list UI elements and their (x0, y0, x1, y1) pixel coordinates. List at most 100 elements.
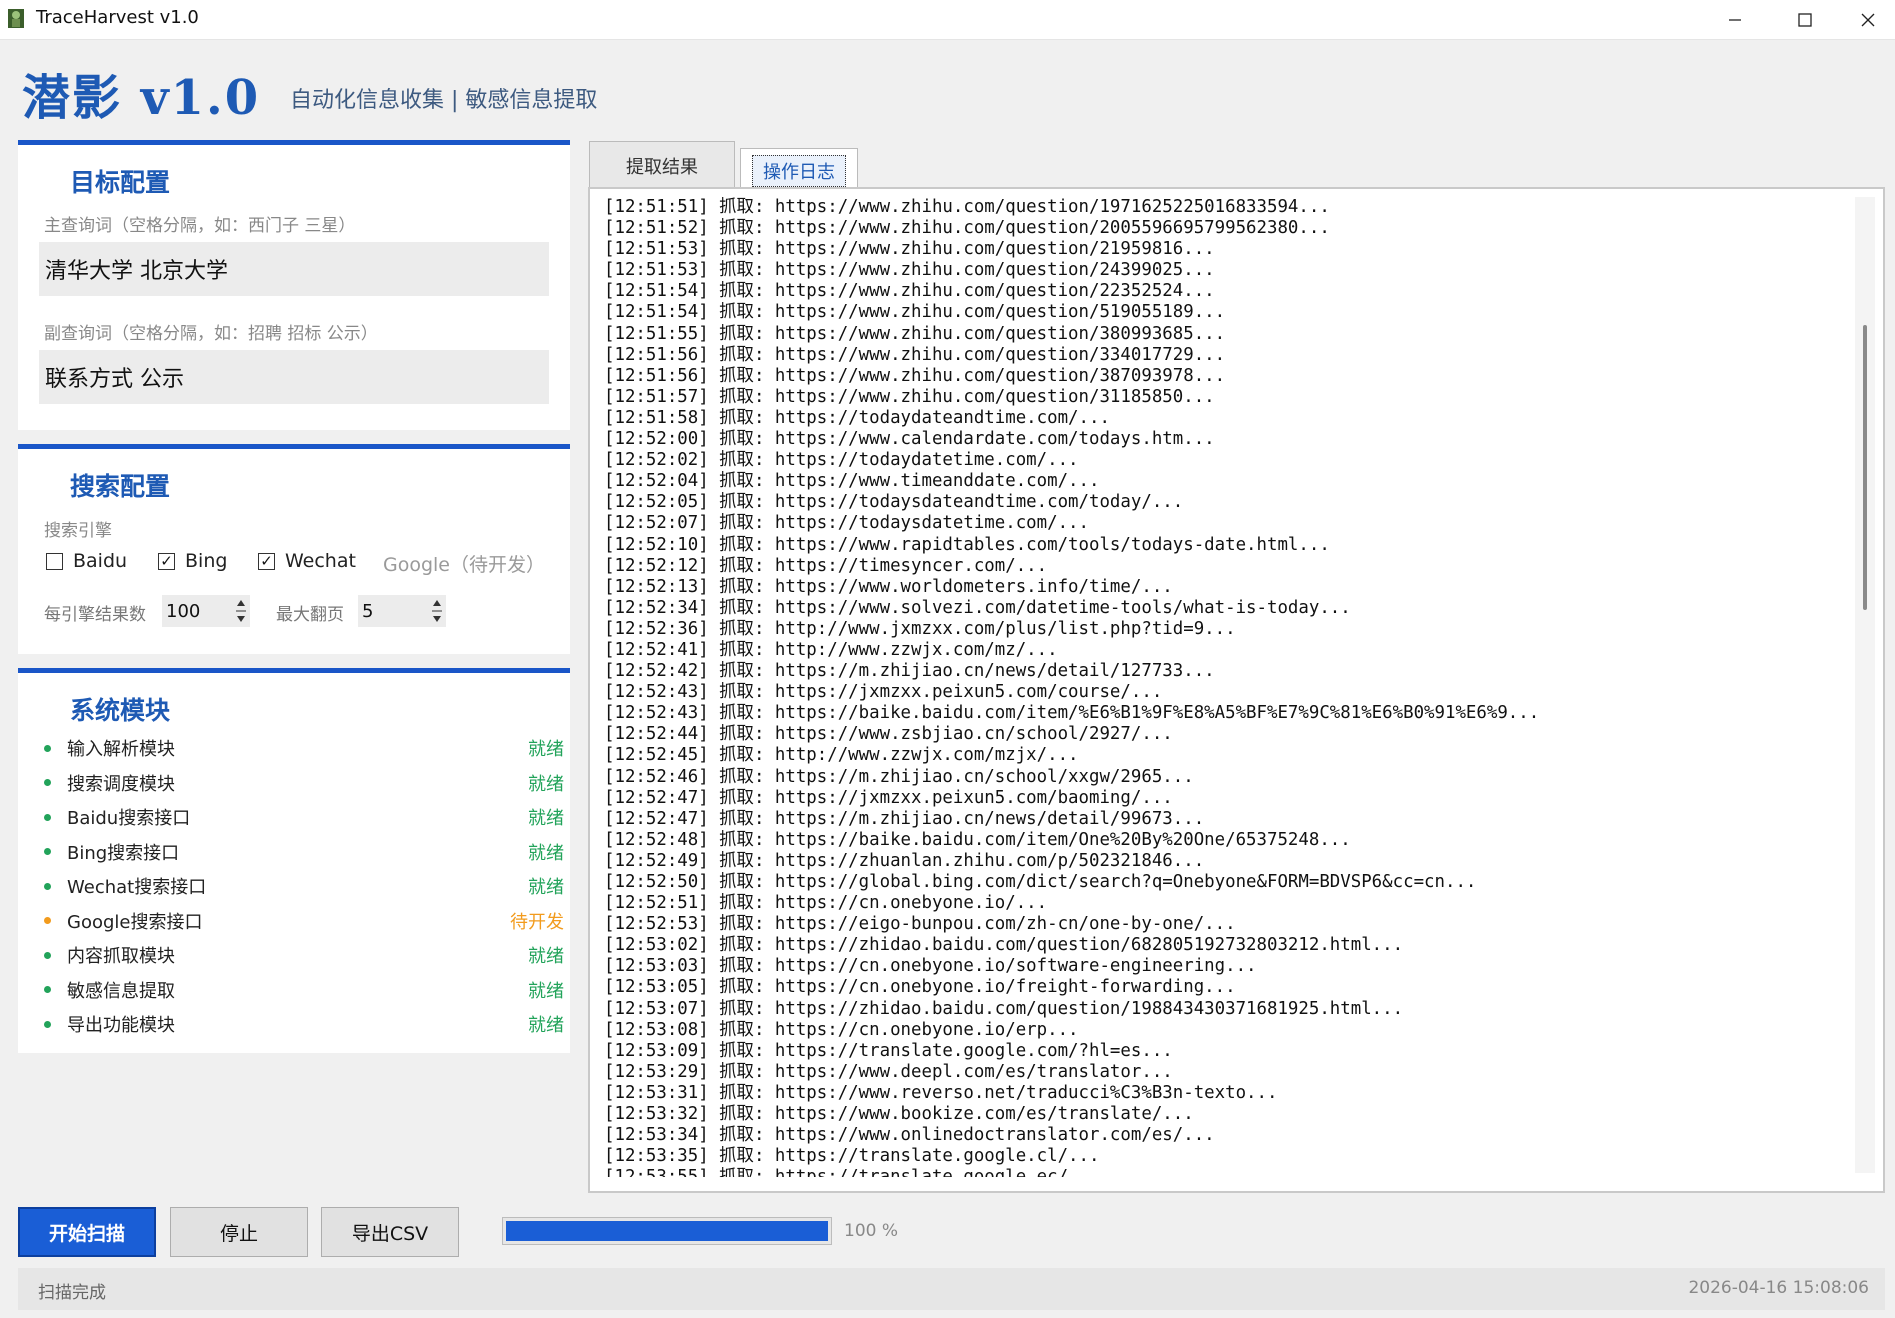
module-row: 导出功能模块 就绪 (44, 1009, 564, 1039)
close-icon (1861, 13, 1874, 27)
close-button[interactable] (1840, 0, 1895, 40)
log-line: [12:52:50] 抓取: https://global.bing.com/d… (604, 872, 1477, 892)
log-panel: [12:51:51] 抓取: https://www.zhihu.com/que… (588, 187, 1885, 1193)
module-name: 内容抓取模块 (67, 946, 175, 967)
log-line: [12:52:13] 抓取: https://www.worldometers.… (604, 576, 1173, 597)
engine-wechat-checkbox[interactable]: ✓ Wechat (258, 550, 356, 572)
log-line: [12:53:03] 抓取: https://cn.onebyone.io/so… (604, 956, 1257, 977)
log-line: [12:53:55] 抓取: https://translate.google.… (604, 1167, 1834, 1177)
log-line: [12:52:47] 抓取: https://jxmzxx.peixun5.co… (604, 787, 1173, 808)
module-status: 就绪 (528, 946, 564, 967)
minimize-icon (1729, 19, 1741, 21)
log-line: [12:52:46] 抓取: https://m.zhijiao.cn/scho… (604, 766, 1194, 787)
sub-query-input[interactable]: 联系方式 公示 (39, 350, 549, 404)
log-line: [12:52:48] 抓取: https://baike.baidu.com/i… (604, 829, 1351, 850)
module-status: 就绪 (528, 773, 564, 795)
log-line: [12:53:07] 抓取: https://zhidao.baidu.com/… (604, 998, 1404, 1019)
log-line: [12:51:55] 抓取: https://www.zhihu.com/que… (604, 323, 1226, 344)
log-line: [12:52:51] 抓取: https://cn.onebyone.io/..… (604, 893, 1048, 914)
window-title: TraceHarvest v1.0 (36, 7, 199, 28)
log-line: [12:52:43] 抓取: https://baike.baidu.com/i… (604, 703, 1540, 724)
maximize-icon (1798, 13, 1812, 27)
log-line: [12:52:04] 抓取: https://www.timeanddate.c… (604, 471, 1100, 492)
module-row: Google搜索接口 待开发 (44, 906, 564, 936)
results-per-engine-spinner[interactable]: 100 (162, 595, 250, 627)
scan-progress-bar (502, 1217, 832, 1245)
module-row: Wechat搜索接口 就绪 (44, 871, 564, 901)
checkbox-checked-icon: ✓ (158, 552, 175, 570)
tab-log[interactable]: 操作日志 (740, 148, 858, 192)
module-row: 搜索调度模块 就绪 (44, 768, 564, 798)
log-line: [12:52:00] 抓取: https://www.calendardate.… (604, 429, 1215, 450)
log-line: [12:52:34] 抓取: https://www.solvezi.com/d… (604, 597, 1351, 618)
module-row: Bing搜索接口 就绪 (44, 837, 564, 867)
progress-fill (506, 1221, 828, 1241)
app-subtitle: 自动化信息收集 | 敏感信息提取 (290, 88, 598, 113)
results-per-engine-label: 每引擎结果数 (44, 605, 146, 625)
module-row: 输入解析模块 就绪 (44, 733, 564, 763)
log-line: [12:51:54] 抓取: https://www.zhihu.com/que… (604, 281, 1215, 302)
status-dot-icon (44, 951, 51, 959)
app-logo-icon (8, 9, 24, 28)
log-line: [12:53:34] 抓取: https://www.onlinedoctran… (604, 1125, 1215, 1146)
status-dot-icon (44, 744, 51, 752)
title-bar: TraceHarvest v1.0 (0, 0, 1895, 40)
module-name: 导出功能模块 (67, 1015, 175, 1036)
status-timestamp: 2026-04-16 15:08:06 (1688, 1278, 1869, 1298)
results-per-engine-value: 100 (166, 600, 201, 622)
log-line: [12:52:41] 抓取: http://www.zzwjx.com/mz/.… (604, 639, 1058, 660)
module-name: Wechat搜索接口 (67, 877, 207, 898)
status-bar: 扫描完成 2026-04-16 15:08:06 (18, 1268, 1885, 1310)
log-line: [12:51:56] 抓取: https://www.zhihu.com/que… (604, 344, 1226, 365)
tab-results[interactable]: 提取结果 (589, 141, 735, 189)
log-textbox[interactable]: [12:51:51] 抓取: https://www.zhihu.com/que… (604, 197, 1834, 1177)
module-name: 输入解析模块 (67, 739, 175, 760)
module-status: 就绪 (528, 808, 564, 829)
modules-title: 系统模块 (70, 696, 171, 725)
module-status: 就绪 (528, 877, 564, 898)
module-status: 就绪 (528, 980, 564, 1002)
log-line: [12:51:53] 抓取: https://www.zhihu.com/que… (604, 239, 1215, 260)
log-line: [12:51:52] 抓取: https://www.zhihu.com/que… (604, 218, 1330, 239)
main-query-input[interactable]: 清华大学 北京大学 (39, 242, 549, 296)
status-dot-icon (44, 986, 51, 993)
max-pages-spinner[interactable]: 5 (358, 595, 446, 627)
minimize-button[interactable] (1700, 0, 1770, 40)
log-line: [12:52:43] 抓取: https://jxmzxx.peixun5.co… (604, 682, 1163, 703)
log-line: [12:53:05] 抓取: https://cn.onebyone.io/fr… (604, 977, 1236, 998)
spinner-arrows-icon[interactable] (430, 597, 444, 625)
module-row: Baidu搜索接口 就绪 (44, 802, 564, 832)
engines-label: 搜索引擎 (44, 521, 112, 541)
module-name: Baidu搜索接口 (67, 808, 191, 829)
log-line: [12:53:31] 抓取: https://www.reverso.net/t… (604, 1082, 1278, 1103)
log-line: [12:52:12] 抓取: https://timesyncer.com/..… (604, 555, 1048, 576)
status-dot-icon (44, 813, 51, 821)
log-scrollbar[interactable] (1855, 197, 1875, 1173)
status-dot-icon (44, 1020, 51, 1028)
log-line: [12:52:49] 抓取: https://zhuanlan.zhihu.co… (604, 850, 1205, 871)
engine-baidu-label: Baidu (73, 550, 128, 572)
progress-percent: 100 % (844, 1221, 899, 1241)
status-dot-icon (44, 882, 51, 890)
engine-bing-checkbox[interactable]: ✓ Bing (158, 550, 227, 572)
log-line: [12:52:42] 抓取: https://m.zhijiao.cn/news… (604, 661, 1215, 682)
spinner-arrows-icon[interactable] (234, 597, 248, 625)
start-scan-button[interactable]: 开始扫描 (18, 1207, 156, 1257)
engine-google-text: Google（待开发） (383, 554, 546, 576)
log-line: [12:51:53] 抓取: https://www.zhihu.com/que… (604, 260, 1215, 281)
engine-baidu-checkbox[interactable]: Baidu (46, 550, 127, 572)
maximize-button[interactable] (1770, 0, 1840, 40)
sub-query-label: 副查询词（空格分隔，如：招聘 招标 公示） (44, 324, 378, 344)
status-text: 扫描完成 (38, 1283, 106, 1303)
stop-button[interactable]: 停止 (170, 1207, 308, 1257)
scrollbar-thumb[interactable] (1863, 325, 1867, 610)
log-line: [12:52:10] 抓取: https://www.rapidtables.c… (604, 534, 1330, 555)
log-line: [12:53:08] 抓取: https://cn.onebyone.io/er… (604, 1019, 1079, 1040)
module-status: 就绪 (528, 842, 564, 864)
log-line: [12:52:53] 抓取: https://eigo-bunpou.com/z… (604, 914, 1236, 935)
log-line: [12:53:09] 抓取: https://translate.google.… (604, 1040, 1173, 1061)
log-line: [12:53:02] 抓取: https://zhidao.baidu.com/… (604, 935, 1404, 956)
engine-wechat-label: Wechat (285, 550, 356, 572)
export-csv-button[interactable]: 导出CSV (321, 1207, 459, 1257)
log-line: [12:53:35] 抓取: https://translate.google.… (604, 1146, 1100, 1167)
